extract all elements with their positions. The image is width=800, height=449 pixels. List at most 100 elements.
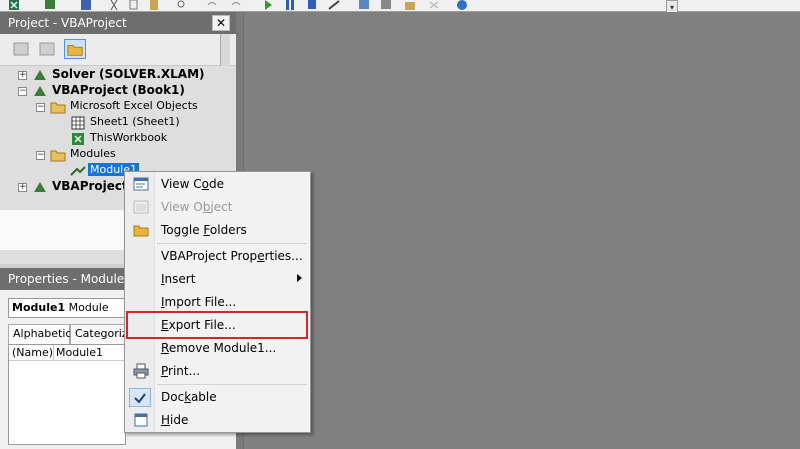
tree-item-sheet1[interactable]: Sheet1 (Sheet1) bbox=[90, 114, 180, 130]
properties-tabs: Alphabetic Categoriz bbox=[8, 324, 126, 344]
column-divider bbox=[53, 345, 54, 361]
view-code-icon[interactable] bbox=[12, 41, 30, 57]
tab-categorized[interactable]: Categoriz bbox=[70, 324, 126, 344]
view-object-icon[interactable] bbox=[38, 41, 56, 57]
reset-icon[interactable] bbox=[306, 0, 318, 10]
label-part: nsert bbox=[164, 272, 196, 286]
label-part: rint... bbox=[168, 364, 201, 378]
run-icon[interactable] bbox=[262, 0, 274, 10]
label-part: View C bbox=[161, 177, 202, 191]
view-object-icon bbox=[133, 200, 149, 214]
print-icon bbox=[133, 363, 149, 379]
label-part: ide bbox=[170, 413, 189, 427]
property-value[interactable]: Module1 bbox=[56, 345, 103, 360]
folder-icon bbox=[50, 102, 66, 114]
menu-item-remove-module[interactable]: Remove Module1... bbox=[125, 337, 310, 359]
vba-project-icon bbox=[34, 182, 46, 192]
project-panel-title: Project - VBAProject bbox=[8, 16, 127, 30]
label-part: Doc bbox=[161, 390, 185, 404]
submenu-arrow-icon bbox=[297, 274, 302, 282]
folder-icon bbox=[50, 150, 66, 162]
toolbar-grip[interactable] bbox=[220, 34, 230, 66]
context-menu: View Code View Object Toggle Folders VBA… bbox=[124, 171, 311, 433]
menu-item-view-object: View Object bbox=[125, 196, 310, 218]
label-accelerator: E bbox=[161, 318, 169, 332]
design-mode-icon[interactable] bbox=[328, 0, 340, 10]
module-icon bbox=[70, 166, 86, 176]
view-code-icon bbox=[133, 177, 149, 191]
label-part: able bbox=[190, 390, 217, 404]
label-accelerator: H bbox=[161, 413, 171, 427]
collapse-icon[interactable]: − bbox=[18, 87, 27, 96]
save-icon[interactable] bbox=[80, 0, 92, 10]
expand-icon[interactable]: + bbox=[18, 183, 27, 192]
menu-item-project-properties[interactable]: VBAProject Properties... bbox=[125, 245, 310, 267]
help-icon[interactable] bbox=[456, 0, 468, 10]
properties-icon[interactable] bbox=[380, 0, 392, 10]
redo-icon[interactable] bbox=[230, 0, 242, 10]
hide-icon bbox=[134, 413, 148, 427]
tree-item-vbaproject-book1[interactable]: VBAProject (Book1) bbox=[52, 82, 185, 98]
menu-item-dockable[interactable]: Dockable bbox=[125, 386, 310, 408]
property-key: (Name) bbox=[12, 346, 54, 359]
label-accelerator: e bbox=[257, 249, 265, 263]
menu-item-insert[interactable]: Insert bbox=[125, 268, 310, 290]
project-explorer-icon[interactable] bbox=[358, 0, 370, 10]
menu-item-toggle-folders[interactable]: Toggle Folders bbox=[125, 219, 310, 241]
object-name: Module1 bbox=[12, 301, 66, 314]
tree-item-solver[interactable]: Solver (SOLVER.XLAM) bbox=[52, 66, 205, 82]
excel-icon[interactable] bbox=[8, 0, 20, 10]
collapse-icon[interactable]: − bbox=[36, 151, 45, 160]
checkmark-icon bbox=[134, 393, 146, 404]
label-part: de bbox=[209, 177, 225, 191]
tree-item-thisworkbook[interactable]: ThisWorkbook bbox=[90, 130, 167, 146]
cut-icon[interactable] bbox=[108, 0, 120, 10]
paste-icon[interactable] bbox=[148, 0, 160, 10]
object-type: Module bbox=[68, 301, 109, 314]
collapse-icon[interactable]: − bbox=[36, 103, 45, 112]
label-accelerator: P bbox=[161, 364, 169, 378]
label-part: xport File... bbox=[168, 318, 236, 332]
close-icon[interactable]: ✕ bbox=[212, 15, 230, 31]
menu-item-import-file[interactable]: Import File... bbox=[125, 291, 310, 313]
menu-item-print[interactable]: Print... bbox=[125, 360, 310, 382]
label-accelerator: R bbox=[161, 341, 169, 355]
tree-item-modules[interactable]: Modules bbox=[70, 146, 116, 162]
properties-panel-title: Properties - Module1 bbox=[8, 272, 132, 286]
tab-alphabetic[interactable]: Alphabetic bbox=[8, 324, 71, 344]
toolbox-icon[interactable] bbox=[428, 0, 440, 10]
standard-toolbar bbox=[0, 0, 800, 12]
toggle-folders-icon[interactable] bbox=[64, 39, 86, 59]
insert-icon[interactable] bbox=[44, 0, 56, 10]
label-accelerator: k bbox=[184, 390, 191, 404]
label-part: mport File... bbox=[164, 295, 237, 309]
menu-item-view-code[interactable]: View Code bbox=[125, 173, 310, 195]
label-part: olders bbox=[209, 223, 247, 237]
sheet-icon bbox=[71, 116, 85, 130]
menu-separator bbox=[157, 243, 307, 244]
undo-icon[interactable] bbox=[206, 0, 218, 10]
find-icon[interactable] bbox=[176, 0, 188, 10]
object-browser-icon[interactable] bbox=[404, 0, 416, 10]
label-accelerator: o bbox=[201, 177, 210, 191]
menu-item-hide[interactable]: Hide bbox=[125, 409, 310, 431]
vba-project-icon bbox=[34, 70, 46, 80]
vba-project-icon bbox=[34, 86, 46, 96]
object-selector[interactable]: Module1 Module bbox=[8, 298, 126, 318]
copy-icon[interactable] bbox=[128, 0, 140, 10]
code-workspace[interactable] bbox=[236, 12, 800, 449]
label-part: Toggle bbox=[161, 223, 204, 237]
expand-icon[interactable]: + bbox=[18, 71, 27, 80]
property-row[interactable]: (Name) Module1 bbox=[9, 345, 127, 361]
properties-grid: (Name) Module1 bbox=[8, 344, 127, 445]
break-icon[interactable] bbox=[284, 0, 296, 10]
workbook-icon bbox=[72, 133, 84, 145]
label-part: rties... bbox=[264, 249, 303, 263]
label-part: View O bbox=[161, 200, 203, 214]
menu-item-export-file[interactable]: Export File... bbox=[125, 314, 310, 336]
tree-item-excel-objects[interactable]: Microsoft Excel Objects bbox=[70, 98, 198, 114]
label-part: emove Module1... bbox=[168, 341, 277, 355]
label-part: ject bbox=[210, 200, 233, 214]
project-toolbar bbox=[0, 34, 236, 66]
folder-icon bbox=[133, 225, 149, 237]
